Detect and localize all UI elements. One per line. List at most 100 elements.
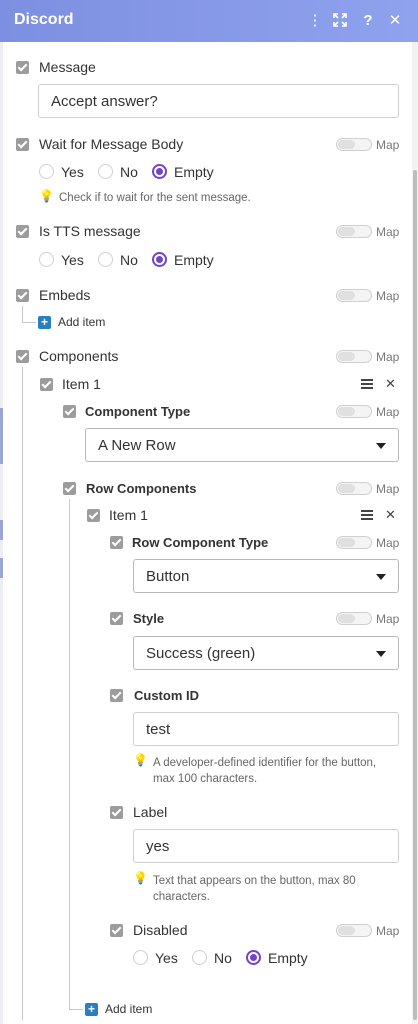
row-item-checkbox[interactable] bbox=[87, 509, 100, 522]
row-component-type-checkbox[interactable] bbox=[110, 536, 123, 549]
expand-icon[interactable] bbox=[331, 11, 349, 29]
help-icon[interactable]: ? bbox=[359, 11, 377, 29]
message-input[interactable]: Accept answer? bbox=[38, 84, 399, 118]
tts-map-toggle[interactable] bbox=[336, 225, 372, 238]
tree-line bbox=[69, 499, 70, 1009]
map-label: Map bbox=[376, 138, 400, 152]
tree-line bbox=[69, 1009, 83, 1010]
add-embed-button[interactable]: Add item bbox=[58, 315, 105, 329]
left-marker bbox=[0, 558, 3, 578]
left-marker bbox=[0, 408, 3, 464]
tts-checkbox[interactable] bbox=[16, 225, 29, 238]
row-components-map-toggle[interactable] bbox=[336, 482, 372, 495]
custom-id-checkbox[interactable] bbox=[110, 689, 123, 702]
item-checkbox[interactable] bbox=[40, 378, 53, 391]
close-icon[interactable]: ✕ bbox=[386, 11, 404, 29]
label-input[interactable]: yes bbox=[133, 829, 399, 863]
tree-line bbox=[22, 306, 23, 322]
tree-line bbox=[22, 367, 23, 1020]
chevron-down-icon bbox=[376, 443, 386, 449]
remove-item-icon[interactable]: ✕ bbox=[385, 376, 396, 392]
disabled-radio-empty[interactable] bbox=[246, 950, 261, 965]
disabled-checkbox[interactable] bbox=[110, 924, 123, 937]
chevron-down-icon bbox=[376, 651, 386, 657]
tts-radio-yes[interactable] bbox=[39, 252, 54, 267]
left-marker bbox=[0, 520, 3, 540]
components-label: Components bbox=[39, 348, 119, 364]
map-label: Map bbox=[376, 482, 400, 496]
custom-id-label: Custom ID bbox=[134, 688, 199, 703]
disabled-radio-yes[interactable] bbox=[133, 950, 148, 965]
embeds-map-toggle[interactable] bbox=[336, 289, 372, 302]
radio-label: Yes bbox=[155, 950, 178, 966]
chevron-down-icon bbox=[376, 574, 386, 580]
message-value: Accept answer? bbox=[51, 92, 158, 110]
panel-title: Discord bbox=[14, 11, 74, 28]
style-checkbox[interactable] bbox=[110, 612, 123, 625]
disabled-map-toggle[interactable] bbox=[336, 924, 372, 937]
wait-body-hint: Check if to wait for the sent message. bbox=[59, 192, 251, 204]
component-type-select[interactable]: A New Row bbox=[85, 428, 399, 462]
label-checkbox[interactable] bbox=[110, 806, 123, 819]
component-type-value: A New Row bbox=[98, 436, 176, 454]
custom-id-value: test bbox=[146, 720, 171, 738]
map-label: Map bbox=[376, 536, 400, 550]
custom-id-hint-line2: max 100 characters. bbox=[153, 773, 258, 785]
row-components-label: Row Components bbox=[86, 481, 197, 496]
component-type-checkbox[interactable] bbox=[63, 405, 76, 418]
radio-label: Empty bbox=[174, 252, 214, 268]
label-value: yes bbox=[146, 837, 170, 855]
custom-id-hint-line1: A developer-defined identifier for the b… bbox=[153, 757, 377, 769]
map-label: Map bbox=[376, 924, 400, 938]
lightbulb-icon: 💡 bbox=[133, 871, 148, 885]
radio-label: Empty bbox=[174, 164, 214, 180]
wait-body-radio-empty[interactable] bbox=[152, 164, 167, 179]
radio-label: No bbox=[214, 950, 232, 966]
panel-header: Discord ⋮ ? ✕ bbox=[0, 0, 418, 42]
reorder-icon[interactable] bbox=[361, 510, 373, 520]
style-value: Success (green) bbox=[146, 644, 256, 662]
row-item-label: Item 1 bbox=[109, 507, 148, 523]
style-label: Style bbox=[133, 611, 165, 626]
map-label: Map bbox=[376, 350, 400, 364]
wait-body-checkbox[interactable] bbox=[16, 138, 29, 151]
custom-id-input[interactable]: test bbox=[133, 712, 399, 746]
row-component-type-map-toggle[interactable] bbox=[336, 536, 372, 549]
components-checkbox[interactable] bbox=[16, 350, 29, 363]
label-field-label: Label bbox=[133, 804, 168, 820]
tts-radio-empty[interactable] bbox=[152, 252, 167, 267]
map-label: Map bbox=[376, 405, 400, 419]
tts-label: Is TTS message bbox=[39, 223, 141, 239]
message-checkbox[interactable] bbox=[16, 61, 29, 74]
wait-body-map-toggle[interactable] bbox=[336, 138, 372, 151]
label-hint-line2: characters. bbox=[153, 891, 210, 903]
embeds-checkbox[interactable] bbox=[16, 289, 29, 302]
item-label: Item 1 bbox=[62, 376, 101, 392]
components-map-toggle[interactable] bbox=[336, 350, 372, 363]
wait-body-radio-no[interactable] bbox=[98, 164, 113, 179]
reorder-icon[interactable] bbox=[361, 379, 373, 389]
more-vertical-icon[interactable]: ⋮ bbox=[306, 11, 324, 29]
row-component-type-value: Button bbox=[146, 567, 190, 585]
style-select[interactable]: Success (green) bbox=[133, 636, 399, 670]
row-components-checkbox[interactable] bbox=[63, 482, 76, 495]
map-label: Map bbox=[376, 289, 400, 303]
remove-row-item-icon[interactable]: ✕ bbox=[385, 507, 396, 523]
add-row-component-icon[interactable]: + bbox=[85, 1003, 98, 1016]
tree-line bbox=[22, 322, 36, 323]
add-row-component-button[interactable]: Add item bbox=[105, 1002, 152, 1016]
component-type-map-toggle[interactable] bbox=[336, 405, 372, 418]
row-component-type-label: Row Component Type bbox=[132, 535, 269, 550]
radio-label: No bbox=[120, 252, 138, 268]
add-embed-icon[interactable]: + bbox=[38, 316, 51, 329]
tts-radio-no[interactable] bbox=[98, 252, 113, 267]
wait-body-label: Wait for Message Body bbox=[39, 136, 184, 152]
wait-body-radio-yes[interactable] bbox=[39, 164, 54, 179]
scrollbar-thumb[interactable] bbox=[413, 170, 417, 1020]
row-component-type-select[interactable]: Button bbox=[133, 559, 399, 593]
style-map-toggle[interactable] bbox=[336, 612, 372, 625]
radio-label: Yes bbox=[61, 252, 84, 268]
radio-label: Yes bbox=[61, 164, 84, 180]
map-label: Map bbox=[376, 225, 400, 239]
disabled-radio-no[interactable] bbox=[192, 950, 207, 965]
